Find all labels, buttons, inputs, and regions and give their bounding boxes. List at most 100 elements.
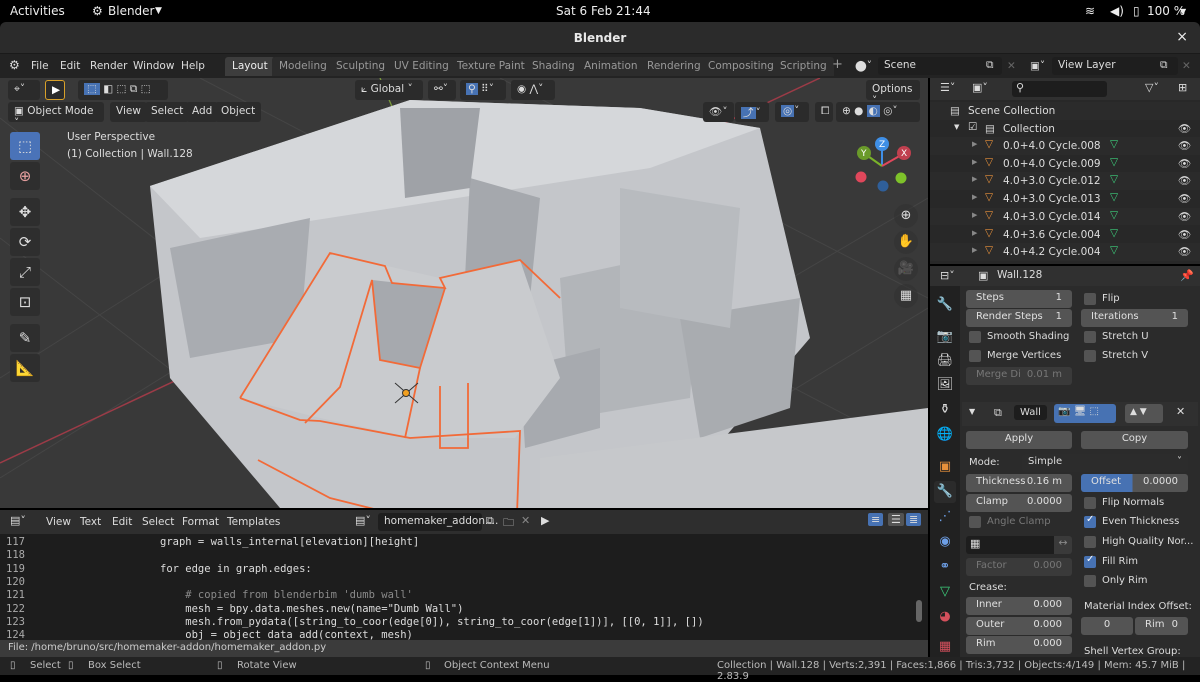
viewport-menu-view[interactable]: View — [110, 102, 147, 122]
syntax-highlight-toggle-icon[interactable]: ≣ — [906, 513, 922, 526]
editor-type-button[interactable]: ⌖˅ — [8, 80, 40, 100]
rotate-tool[interactable]: ⟳ — [10, 228, 40, 256]
new-scene-icon[interactable]: ⧉ — [986, 59, 994, 72]
text-menu-templates[interactable]: Templates — [227, 516, 280, 528]
tab-compositing[interactable]: Compositing — [701, 57, 781, 76]
expand-arrow-icon[interactable]: ▶ — [972, 229, 977, 237]
display-mode-icon[interactable]: ☰˅ — [940, 81, 955, 94]
material-tab-icon[interactable]: ◕ — [934, 606, 956, 628]
add-workspace-icon[interactable]: + — [832, 57, 843, 72]
stretch-u-checkbox[interactable]: Stretch U — [1084, 331, 1149, 345]
wifi-icon[interactable]: ≋ — [1085, 4, 1095, 18]
angle-clamp-checkbox[interactable]: Angle Clamp — [969, 516, 1051, 530]
outliner-search-input[interactable] — [1012, 81, 1107, 97]
blender-logo-icon[interactable]: ⚙ — [9, 58, 20, 72]
3d-viewport[interactable]: ⌖˅ ▶ ⬚ ◧ ⬚ ⧉ ⬚ ⟀ Global ˅ ⚯˅ ⚲ ⠿˅ ◉ ⋀˅ O… — [0, 78, 928, 508]
mode-dropdown[interactable]: ▣ Object Mode ˅ — [8, 102, 104, 129]
crease-inner-field[interactable]: Inner 0.000 — [966, 597, 1072, 615]
options-dropdown[interactable]: Options ˅ — [866, 80, 920, 107]
scale-tool[interactable]: ⤢ — [10, 258, 40, 286]
visibility-eye-icon[interactable]: 👁 — [1178, 210, 1191, 223]
merge-distance-field[interactable]: Merge Di 0.01 m — [966, 367, 1072, 385]
code-area[interactable]: 117 graph = walls_internal[elevation][hei… — [0, 534, 928, 649]
window-close-button[interactable]: × — [1176, 29, 1188, 45]
stretch-v-checkbox[interactable]: Stretch V — [1084, 350, 1148, 364]
mesh-data-icon[interactable]: ▽ — [1110, 173, 1118, 185]
modifier-visibility-buttons[interactable]: 📷 🖥 ⬚ — [1054, 404, 1116, 423]
open-text-icon[interactable]: 🗀 — [503, 514, 514, 533]
snap-toggle[interactable]: ⚲ ⠿˅ — [460, 80, 506, 100]
text-scrollbar[interactable] — [916, 600, 922, 622]
menu-help[interactable]: Help — [181, 60, 205, 72]
editmode-toggle-icon[interactable]: ⬚ — [1090, 406, 1099, 417]
expand-arrow-icon[interactable]: ▼ — [954, 123, 959, 131]
world-tab-icon[interactable]: 🌐 — [934, 424, 956, 446]
text-menu-view[interactable]: View — [46, 516, 71, 528]
even-thickness-checkbox[interactable]: Even Thickness — [1084, 514, 1179, 530]
code-line[interactable]: for edge in graph.edges: — [160, 563, 312, 575]
expand-arrow-icon[interactable]: ▶ — [972, 140, 977, 148]
outliner-item[interactable]: ▶ ▽ 4.0+3.6 Cycle.004 ▽ 👁 — [930, 226, 1200, 244]
high-quality-normals-checkbox[interactable]: High Quality Nor... — [1084, 536, 1193, 550]
mesh-data-tab-icon[interactable]: ▽ — [934, 581, 956, 603]
run-script-icon[interactable]: ▶ — [541, 514, 549, 527]
vertex-group-field[interactable]: ▦ — [966, 536, 1054, 554]
scene-field[interactable]: Scene — [878, 57, 1002, 75]
outliner-item[interactable]: ▶ ▽ 4.0+3.0 Cycle.013 ▽ 👁 — [930, 190, 1200, 208]
visibility-eye-icon[interactable]: 👁 — [1178, 192, 1191, 205]
tool-tab-icon[interactable]: 🔧 — [934, 294, 956, 316]
filter-view-icon[interactable]: ▣˅ — [972, 81, 988, 94]
expand-arrow-icon[interactable]: ▶ — [972, 158, 977, 166]
outliner-item[interactable]: ▶ ▽ 0.0+4.0 Cycle.009 ▽ 👁 — [930, 155, 1200, 173]
selection-mode-buttons[interactable]: ⬚ ◧ ⬚ ⧉ ⬚ — [78, 80, 168, 100]
collection-checkbox[interactable]: ☑ — [968, 121, 977, 133]
factor-field[interactable]: Factor 0.000 — [966, 558, 1072, 576]
iterations-field[interactable]: Iterations 1 — [1081, 309, 1188, 327]
zoom-view-icon[interactable]: ⊕ — [894, 204, 918, 228]
thickness-field[interactable]: Thickness 0.16 m — [966, 474, 1072, 492]
collapse-arrow-icon[interactable]: ▼ — [969, 407, 975, 416]
text-browse-icon[interactable]: ▤˅ — [355, 514, 371, 527]
annotate-tool[interactable]: ✎ — [10, 324, 40, 352]
mesh-data-icon[interactable]: ▽ — [1110, 209, 1118, 221]
expand-arrow-icon[interactable]: ▶ — [972, 193, 977, 201]
tab-scripting[interactable]: Scripting — [773, 57, 834, 76]
navigation-gizmo[interactable]: Z Y X — [850, 136, 920, 201]
mesh-data-icon[interactable]: ▽ — [1110, 191, 1118, 203]
viewport-toggle-icon[interactable]: 🖥 — [1074, 406, 1087, 417]
proportional-edit-toggle[interactable]: ◉ ⋀˅ — [511, 80, 555, 100]
transform-orientation-dropdown[interactable]: ⟀ Global ˅ — [355, 80, 423, 100]
battery-icon[interactable]: ▯ — [1133, 4, 1140, 18]
mode-dropdown[interactable]: Simple ˅ — [1022, 454, 1188, 472]
modifier-tab-icon[interactable]: 🔧 — [934, 481, 956, 503]
expand-arrow-icon[interactable]: ▶ — [972, 211, 977, 219]
select-new-icon[interactable]: ⬚ — [84, 83, 100, 95]
tweak-tool-button[interactable]: ▶ — [45, 80, 65, 100]
visibility-eye-icon[interactable]: 👁 — [1178, 139, 1191, 152]
delete-view-layer-icon[interactable]: ✕ — [1182, 60, 1191, 72]
tab-uv-editing[interactable]: UV Editing — [387, 57, 456, 76]
tab-texture-paint[interactable]: Texture Paint — [450, 57, 532, 76]
copy-button[interactable]: Copy — [1081, 431, 1188, 449]
fill-rim-checkbox[interactable]: Fill Rim — [1084, 554, 1138, 570]
pin-icon[interactable]: 📌 — [1180, 269, 1194, 282]
only-rim-checkbox[interactable]: Only Rim — [1084, 575, 1148, 589]
material-shading-icon[interactable]: ◐ — [866, 105, 880, 117]
unlink-text-icon[interactable]: ✕ — [521, 514, 530, 527]
measure-tool[interactable]: 📐 — [10, 354, 40, 382]
menu-file[interactable]: File — [31, 60, 49, 72]
remove-modifier-icon[interactable]: ✕ — [1176, 405, 1185, 418]
visibility-dropdown[interactable]: 👁˅ — [703, 102, 734, 122]
constraints-tab-icon[interactable]: ⚭ — [934, 556, 956, 578]
render-toggle-icon[interactable]: 📷 — [1058, 406, 1070, 417]
overlays-toggle[interactable]: ◎ ˅ — [775, 102, 809, 122]
code-line[interactable]: mesh = bpy.data.meshes.new(name="Dumb Wa… — [160, 603, 463, 615]
tab-sculpting[interactable]: Sculpting — [329, 57, 393, 76]
ortho-toggle-icon[interactable]: ▦ — [894, 284, 918, 308]
system-menu-chevron-icon[interactable]: ▼ — [1180, 7, 1186, 16]
cursor-tool[interactable]: ⊕ — [10, 162, 40, 190]
line-numbers-toggle-icon[interactable]: ≡ — [868, 513, 884, 526]
new-view-layer-icon[interactable]: ⧉ — [1160, 59, 1168, 72]
viewport-menu-select[interactable]: Select — [145, 102, 190, 122]
material-offset-field[interactable]: 0 — [1081, 617, 1133, 635]
